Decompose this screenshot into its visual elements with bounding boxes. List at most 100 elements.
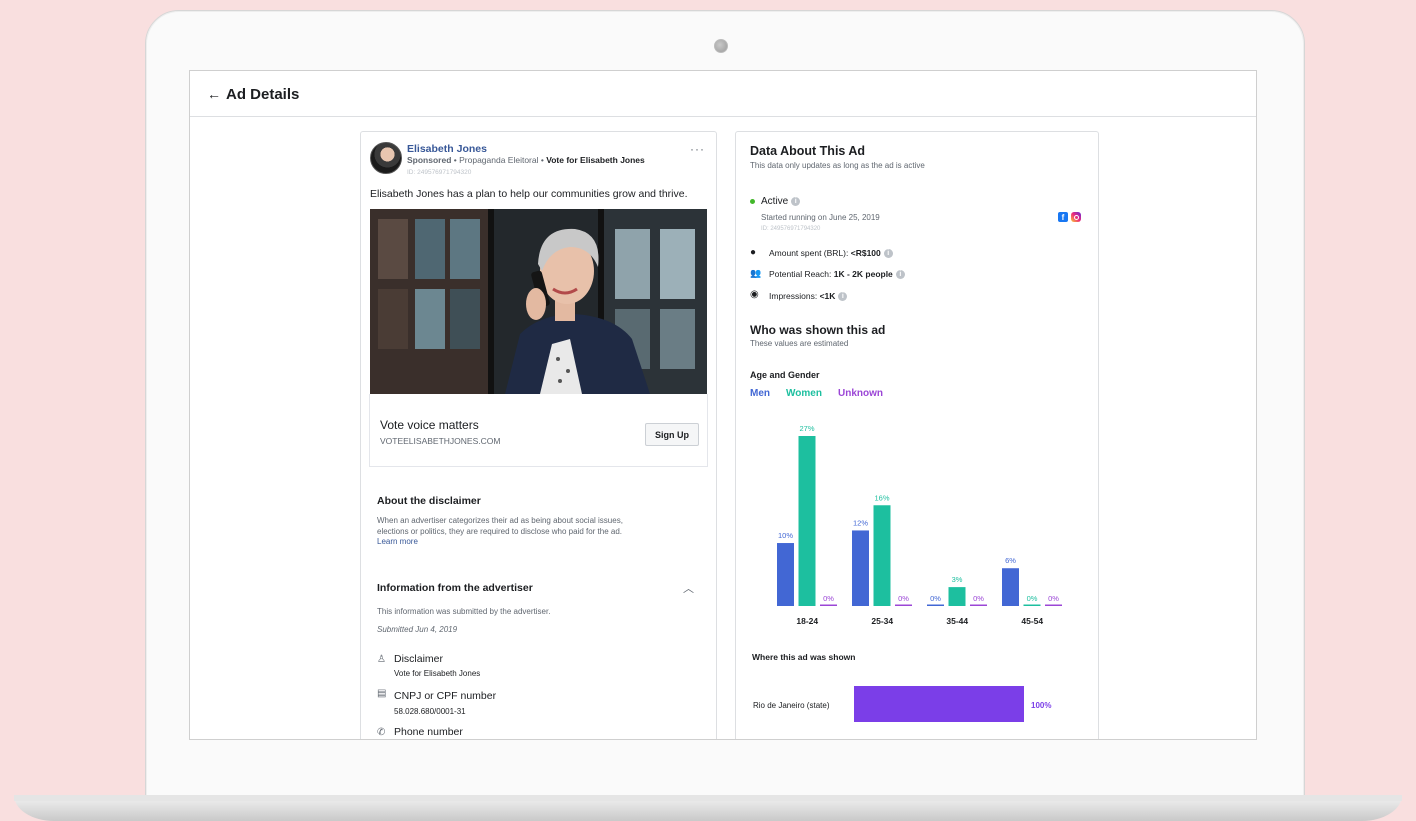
data-label-unknown-25-34: 0%	[898, 594, 909, 603]
person-icon: ♙	[377, 654, 386, 665]
link-title[interactable]: Vote voice matters	[380, 418, 479, 432]
bar-women-45-54[interactable]	[1023, 604, 1041, 607]
bar-men-25-34[interactable]	[852, 530, 869, 606]
money-icon: ●	[750, 247, 757, 258]
data-label-women-45-54: 0%	[1027, 594, 1038, 603]
potential-reach: Potential Reach: 1K - 2K people i	[769, 269, 905, 280]
laptop-base-edge	[14, 795, 1402, 801]
bar-men-45-54[interactable]	[1002, 568, 1019, 606]
reach-value: 1K - 2K people	[833, 269, 893, 279]
data-label-women-35-44: 3%	[952, 575, 963, 584]
facebook-icon: f	[1058, 212, 1068, 222]
started-running: Started running on June 25, 2019	[761, 213, 880, 222]
reach-label: Potential Reach:	[769, 269, 832, 279]
page-title: Ad Details	[226, 86, 300, 103]
phone-icon: ✆	[377, 727, 386, 738]
data-label-women-18-24: 27%	[799, 424, 814, 433]
back-arrow-icon[interactable]: ←	[207, 86, 221, 102]
phone-field-label: Phone number	[394, 726, 463, 738]
sponsored-line: Sponsored • Propaganda Eleitoral • Vote …	[407, 155, 645, 165]
amount-label: Amount spent (BRL):	[769, 248, 849, 258]
sponsored-label: Sponsored	[407, 155, 452, 165]
chevron-up-icon[interactable]: ︿	[683, 580, 694, 596]
where-title: Where this ad was shown	[752, 652, 856, 662]
ad-category: Propaganda Eleitoral	[459, 155, 539, 165]
screen: ← Ad Details Elisabeth Jones Sponsored •…	[189, 70, 1257, 740]
active-status-dot	[750, 199, 755, 204]
more-options-icon[interactable]: ···	[690, 142, 705, 156]
disclaimer-field-label: Disclaimer	[394, 653, 444, 665]
bar-women-35-44[interactable]	[948, 587, 966, 606]
bar-men-35-44[interactable]	[927, 604, 944, 607]
amount-value: <R$100	[850, 248, 881, 258]
disclaimer-body-line1: When an advertiser categorizes their ad …	[377, 516, 623, 525]
ad-data-card: Data About This Ad This data only update…	[735, 131, 1099, 739]
ad-photo	[370, 209, 707, 394]
cnpj-field-label: CNPJ or CPF number	[394, 690, 497, 702]
bar-unknown-45-54[interactable]	[1045, 604, 1062, 607]
submitted-note: This information was submitted by the ad…	[377, 607, 551, 616]
tick-label-25-34: 25-34	[871, 616, 893, 626]
status: Active i	[761, 196, 801, 207]
disclaimer-body: When an advertiser categorizes their ad …	[377, 516, 623, 548]
legend-women[interactable]: Women	[786, 388, 822, 399]
disclaimer-body-line2: elections or politics, they are required…	[377, 526, 623, 536]
camera-icon	[714, 39, 728, 53]
bar-unknown-18-24[interactable]	[820, 604, 837, 607]
advertiser-info-title[interactable]: Information from the advertiser	[377, 582, 533, 594]
link-url[interactable]: VOTEELISABETHJONES.COM	[380, 436, 500, 446]
document-icon: ▤	[377, 688, 387, 699]
data-label-unknown-35-44: 0%	[973, 594, 984, 603]
info-icon[interactable]: i	[883, 249, 893, 259]
region-bar	[854, 686, 1024, 722]
info-icon[interactable]: i	[791, 196, 801, 206]
ad-image[interactable]	[370, 209, 707, 394]
bar-women-25-34[interactable]	[873, 505, 891, 606]
people-icon: 👥	[750, 268, 762, 278]
who-title: Who was shown this ad	[750, 323, 886, 337]
legend-men[interactable]: Men	[750, 388, 770, 399]
bar-unknown-35-44[interactable]	[970, 604, 987, 607]
info-icon[interactable]: i	[895, 270, 905, 280]
instagram-icon	[1071, 212, 1081, 222]
paid-by: Vote for Elisabeth Jones	[546, 155, 645, 165]
age-gender-title: Age and Gender	[750, 370, 820, 380]
learn-more-link[interactable]: Learn more	[377, 537, 623, 548]
disclaimer-field-value: Vote for Elisabeth Jones	[394, 669, 481, 678]
ad-id: ID: 249576971794320	[407, 169, 472, 176]
tick-label-35-44: 35-44	[946, 616, 968, 626]
region-percent: 100%	[1031, 701, 1052, 710]
data-label-women-25-34: 16%	[874, 493, 889, 502]
bar-women-18-24[interactable]	[798, 436, 816, 606]
tick-label-45-54: 45-54	[1021, 616, 1043, 626]
who-subtitle: These values are estimated	[750, 339, 849, 348]
amount-spent: Amount spent (BRL): <R$100 i	[769, 248, 893, 259]
data-label-unknown-45-54: 0%	[1048, 594, 1059, 603]
impressions-label: Impressions:	[769, 291, 818, 301]
header-bar: ← Ad Details	[190, 71, 1256, 117]
bar-men-18-24[interactable]	[777, 543, 794, 606]
link-preview[interactable]: Vote voice matters VOTEELISABETHJONES.CO…	[369, 394, 708, 467]
data-label-men-35-44: 0%	[930, 594, 941, 603]
info-icon[interactable]: i	[838, 292, 848, 302]
impressions: Impressions: <1K i	[769, 291, 848, 302]
cnpj-field-value: 58.028.680/0001-31	[394, 707, 466, 716]
disclaimer-title: About the disclaimer	[377, 495, 481, 507]
bar-unknown-25-34[interactable]	[895, 604, 912, 607]
ad-text: Elisabeth Jones has a plan to help our c…	[370, 188, 688, 200]
eye-icon: ◉	[750, 289, 759, 300]
region-label: Rio de Janeiro (state)	[753, 701, 830, 710]
data-label-men-18-24: 10%	[778, 531, 793, 540]
data-ad-id: ID: 249576971794320	[761, 226, 821, 232]
sign-up-button[interactable]: Sign Up	[645, 423, 699, 446]
impressions-value: <1K	[819, 291, 836, 301]
ad-preview-card: Elisabeth Jones Sponsored • Propaganda E…	[360, 131, 717, 739]
data-label-unknown-18-24: 0%	[823, 594, 834, 603]
legend-unknown[interactable]: Unknown	[838, 388, 883, 399]
submitted-date: Submitted Jun 4, 2019	[377, 625, 458, 634]
data-label-men-45-54: 6%	[1005, 556, 1016, 565]
advertiser-name[interactable]: Elisabeth Jones	[407, 143, 487, 155]
data-subtitle: This data only updates as long as the ad…	[750, 161, 925, 170]
data-title: Data About This Ad	[750, 144, 866, 158]
avatar[interactable]	[370, 142, 402, 174]
